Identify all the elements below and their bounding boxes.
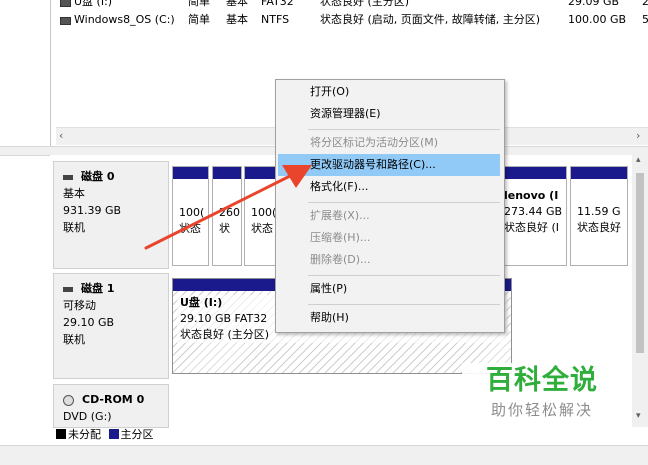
watermark-subtitle: 助你轻松解决	[490, 401, 593, 419]
watermark-logo: 百科全说 助你轻松解决	[462, 363, 622, 435]
watermark-title: 百科全说	[486, 365, 598, 396]
